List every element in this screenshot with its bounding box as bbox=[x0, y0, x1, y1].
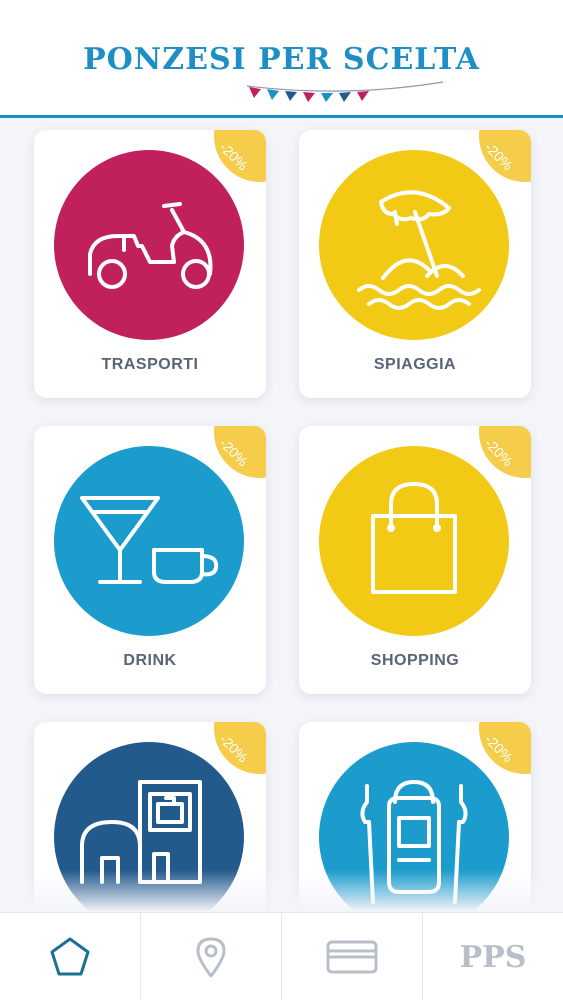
category-label: SHOPPING bbox=[370, 652, 460, 669]
tab-map[interactable] bbox=[140, 913, 281, 1000]
category-grid: -20% TRASPORTI -20% SPIAGGIA -20% DRINK … bbox=[0, 118, 563, 912]
home-pentagon-icon bbox=[50, 937, 90, 976]
category-icon-circle bbox=[54, 446, 244, 636]
category-icon-circle bbox=[54, 150, 244, 340]
scooter-icon bbox=[88, 202, 213, 289]
app-header: PONZESI PER SCELTA bbox=[0, 0, 563, 118]
app-logo: PONZESI PER SCELTA bbox=[83, 42, 480, 77]
tab-bar: PPS bbox=[0, 912, 563, 1000]
shopping-bag-icon bbox=[371, 482, 457, 594]
beach-umbrella-icon bbox=[357, 190, 481, 310]
category-card-drink[interactable]: -20% DRINK bbox=[34, 426, 266, 694]
map-pin-icon bbox=[196, 937, 226, 978]
tab-pps[interactable]: PPS bbox=[422, 913, 563, 1000]
category-label: TRASPORTI bbox=[101, 356, 199, 373]
category-card-trasporti[interactable]: -20% TRASPORTI bbox=[34, 130, 266, 398]
category-label: DRINK bbox=[123, 652, 177, 669]
cocktail-cup-icon bbox=[80, 496, 219, 584]
card-icon bbox=[326, 940, 378, 974]
category-card-spiaggia[interactable]: -20% SPIAGGIA bbox=[299, 130, 531, 398]
category-icon-circle bbox=[319, 150, 509, 340]
tab-card[interactable] bbox=[281, 913, 422, 1000]
category-icon-circle bbox=[319, 446, 509, 636]
scroll-fade bbox=[0, 870, 563, 912]
bunting-icon bbox=[246, 81, 444, 102]
category-label: SPIAGGIA bbox=[373, 356, 457, 373]
category-card-shopping[interactable]: -20% SHOPPING bbox=[299, 426, 531, 694]
tab-home[interactable] bbox=[0, 913, 140, 1000]
